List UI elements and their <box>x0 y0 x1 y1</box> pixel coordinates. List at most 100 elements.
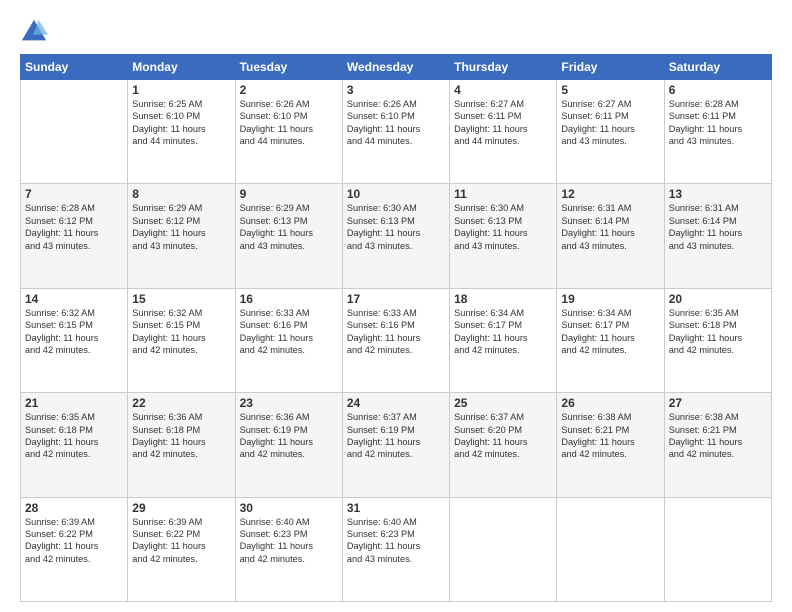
day-number: 12 <box>561 187 659 201</box>
day-info: Sunrise: 6:35 AM Sunset: 6:18 PM Dayligh… <box>669 307 767 357</box>
weekday-header-saturday: Saturday <box>664 55 771 80</box>
day-info: Sunrise: 6:34 AM Sunset: 6:17 PM Dayligh… <box>454 307 552 357</box>
day-info: Sunrise: 6:26 AM Sunset: 6:10 PM Dayligh… <box>240 98 338 148</box>
day-info: Sunrise: 6:30 AM Sunset: 6:13 PM Dayligh… <box>347 202 445 252</box>
day-number: 14 <box>25 292 123 306</box>
week-row-2: 7Sunrise: 6:28 AM Sunset: 6:12 PM Daylig… <box>21 184 772 288</box>
calendar-cell: 29Sunrise: 6:39 AM Sunset: 6:22 PM Dayli… <box>128 497 235 601</box>
day-number: 1 <box>132 83 230 97</box>
week-row-5: 28Sunrise: 6:39 AM Sunset: 6:22 PM Dayli… <box>21 497 772 601</box>
day-info: Sunrise: 6:32 AM Sunset: 6:15 PM Dayligh… <box>25 307 123 357</box>
day-info: Sunrise: 6:31 AM Sunset: 6:14 PM Dayligh… <box>669 202 767 252</box>
day-info: Sunrise: 6:25 AM Sunset: 6:10 PM Dayligh… <box>132 98 230 148</box>
day-info: Sunrise: 6:39 AM Sunset: 6:22 PM Dayligh… <box>132 516 230 566</box>
week-row-4: 21Sunrise: 6:35 AM Sunset: 6:18 PM Dayli… <box>21 393 772 497</box>
day-number: 17 <box>347 292 445 306</box>
day-number: 2 <box>240 83 338 97</box>
day-info: Sunrise: 6:34 AM Sunset: 6:17 PM Dayligh… <box>561 307 659 357</box>
day-info: Sunrise: 6:29 AM Sunset: 6:13 PM Dayligh… <box>240 202 338 252</box>
calendar-cell: 15Sunrise: 6:32 AM Sunset: 6:15 PM Dayli… <box>128 288 235 392</box>
day-number: 27 <box>669 396 767 410</box>
day-info: Sunrise: 6:28 AM Sunset: 6:11 PM Dayligh… <box>669 98 767 148</box>
calendar-cell <box>664 497 771 601</box>
day-info: Sunrise: 6:36 AM Sunset: 6:18 PM Dayligh… <box>132 411 230 461</box>
calendar-cell: 10Sunrise: 6:30 AM Sunset: 6:13 PM Dayli… <box>342 184 449 288</box>
day-number: 20 <box>669 292 767 306</box>
day-info: Sunrise: 6:37 AM Sunset: 6:20 PM Dayligh… <box>454 411 552 461</box>
calendar-cell: 16Sunrise: 6:33 AM Sunset: 6:16 PM Dayli… <box>235 288 342 392</box>
calendar-cell: 5Sunrise: 6:27 AM Sunset: 6:11 PM Daylig… <box>557 80 664 184</box>
day-number: 18 <box>454 292 552 306</box>
calendar-cell: 22Sunrise: 6:36 AM Sunset: 6:18 PM Dayli… <box>128 393 235 497</box>
calendar-cell: 19Sunrise: 6:34 AM Sunset: 6:17 PM Dayli… <box>557 288 664 392</box>
day-number: 22 <box>132 396 230 410</box>
week-row-1: 1Sunrise: 6:25 AM Sunset: 6:10 PM Daylig… <box>21 80 772 184</box>
day-info: Sunrise: 6:40 AM Sunset: 6:23 PM Dayligh… <box>240 516 338 566</box>
day-info: Sunrise: 6:36 AM Sunset: 6:19 PM Dayligh… <box>240 411 338 461</box>
weekday-header-wednesday: Wednesday <box>342 55 449 80</box>
calendar-cell: 11Sunrise: 6:30 AM Sunset: 6:13 PM Dayli… <box>450 184 557 288</box>
calendar-cell: 13Sunrise: 6:31 AM Sunset: 6:14 PM Dayli… <box>664 184 771 288</box>
day-info: Sunrise: 6:39 AM Sunset: 6:22 PM Dayligh… <box>25 516 123 566</box>
day-info: Sunrise: 6:31 AM Sunset: 6:14 PM Dayligh… <box>561 202 659 252</box>
page: SundayMondayTuesdayWednesdayThursdayFrid… <box>0 0 792 612</box>
weekday-header-row: SundayMondayTuesdayWednesdayThursdayFrid… <box>21 55 772 80</box>
day-number: 31 <box>347 501 445 515</box>
calendar-cell: 3Sunrise: 6:26 AM Sunset: 6:10 PM Daylig… <box>342 80 449 184</box>
calendar-cell <box>21 80 128 184</box>
calendar-cell: 31Sunrise: 6:40 AM Sunset: 6:23 PM Dayli… <box>342 497 449 601</box>
calendar-cell: 7Sunrise: 6:28 AM Sunset: 6:12 PM Daylig… <box>21 184 128 288</box>
weekday-header-monday: Monday <box>128 55 235 80</box>
calendar-cell <box>450 497 557 601</box>
day-info: Sunrise: 6:29 AM Sunset: 6:12 PM Dayligh… <box>132 202 230 252</box>
day-info: Sunrise: 6:32 AM Sunset: 6:15 PM Dayligh… <box>132 307 230 357</box>
calendar-cell: 9Sunrise: 6:29 AM Sunset: 6:13 PM Daylig… <box>235 184 342 288</box>
calendar-cell: 18Sunrise: 6:34 AM Sunset: 6:17 PM Dayli… <box>450 288 557 392</box>
calendar-cell <box>557 497 664 601</box>
day-info: Sunrise: 6:27 AM Sunset: 6:11 PM Dayligh… <box>454 98 552 148</box>
day-info: Sunrise: 6:30 AM Sunset: 6:13 PM Dayligh… <box>454 202 552 252</box>
weekday-header-tuesday: Tuesday <box>235 55 342 80</box>
day-info: Sunrise: 6:33 AM Sunset: 6:16 PM Dayligh… <box>347 307 445 357</box>
header <box>20 18 772 46</box>
day-info: Sunrise: 6:35 AM Sunset: 6:18 PM Dayligh… <box>25 411 123 461</box>
day-number: 6 <box>669 83 767 97</box>
calendar-cell: 28Sunrise: 6:39 AM Sunset: 6:22 PM Dayli… <box>21 497 128 601</box>
day-number: 19 <box>561 292 659 306</box>
day-number: 5 <box>561 83 659 97</box>
calendar-cell: 24Sunrise: 6:37 AM Sunset: 6:19 PM Dayli… <box>342 393 449 497</box>
day-info: Sunrise: 6:38 AM Sunset: 6:21 PM Dayligh… <box>561 411 659 461</box>
logo-icon <box>20 18 48 46</box>
day-info: Sunrise: 6:40 AM Sunset: 6:23 PM Dayligh… <box>347 516 445 566</box>
weekday-header-friday: Friday <box>557 55 664 80</box>
calendar-cell: 6Sunrise: 6:28 AM Sunset: 6:11 PM Daylig… <box>664 80 771 184</box>
logo <box>20 18 52 46</box>
calendar-cell: 23Sunrise: 6:36 AM Sunset: 6:19 PM Dayli… <box>235 393 342 497</box>
day-number: 28 <box>25 501 123 515</box>
day-number: 30 <box>240 501 338 515</box>
week-row-3: 14Sunrise: 6:32 AM Sunset: 6:15 PM Dayli… <box>21 288 772 392</box>
day-info: Sunrise: 6:28 AM Sunset: 6:12 PM Dayligh… <box>25 202 123 252</box>
calendar-cell: 21Sunrise: 6:35 AM Sunset: 6:18 PM Dayli… <box>21 393 128 497</box>
day-number: 29 <box>132 501 230 515</box>
calendar-cell: 20Sunrise: 6:35 AM Sunset: 6:18 PM Dayli… <box>664 288 771 392</box>
calendar-cell: 14Sunrise: 6:32 AM Sunset: 6:15 PM Dayli… <box>21 288 128 392</box>
day-info: Sunrise: 6:33 AM Sunset: 6:16 PM Dayligh… <box>240 307 338 357</box>
day-number: 11 <box>454 187 552 201</box>
day-number: 8 <box>132 187 230 201</box>
day-info: Sunrise: 6:27 AM Sunset: 6:11 PM Dayligh… <box>561 98 659 148</box>
day-info: Sunrise: 6:38 AM Sunset: 6:21 PM Dayligh… <box>669 411 767 461</box>
day-info: Sunrise: 6:37 AM Sunset: 6:19 PM Dayligh… <box>347 411 445 461</box>
day-number: 7 <box>25 187 123 201</box>
calendar-cell: 26Sunrise: 6:38 AM Sunset: 6:21 PM Dayli… <box>557 393 664 497</box>
day-number: 16 <box>240 292 338 306</box>
day-number: 4 <box>454 83 552 97</box>
day-number: 3 <box>347 83 445 97</box>
calendar-cell: 1Sunrise: 6:25 AM Sunset: 6:10 PM Daylig… <box>128 80 235 184</box>
day-number: 10 <box>347 187 445 201</box>
day-number: 15 <box>132 292 230 306</box>
weekday-header-thursday: Thursday <box>450 55 557 80</box>
calendar-cell: 8Sunrise: 6:29 AM Sunset: 6:12 PM Daylig… <box>128 184 235 288</box>
calendar-cell: 25Sunrise: 6:37 AM Sunset: 6:20 PM Dayli… <box>450 393 557 497</box>
calendar-cell: 4Sunrise: 6:27 AM Sunset: 6:11 PM Daylig… <box>450 80 557 184</box>
